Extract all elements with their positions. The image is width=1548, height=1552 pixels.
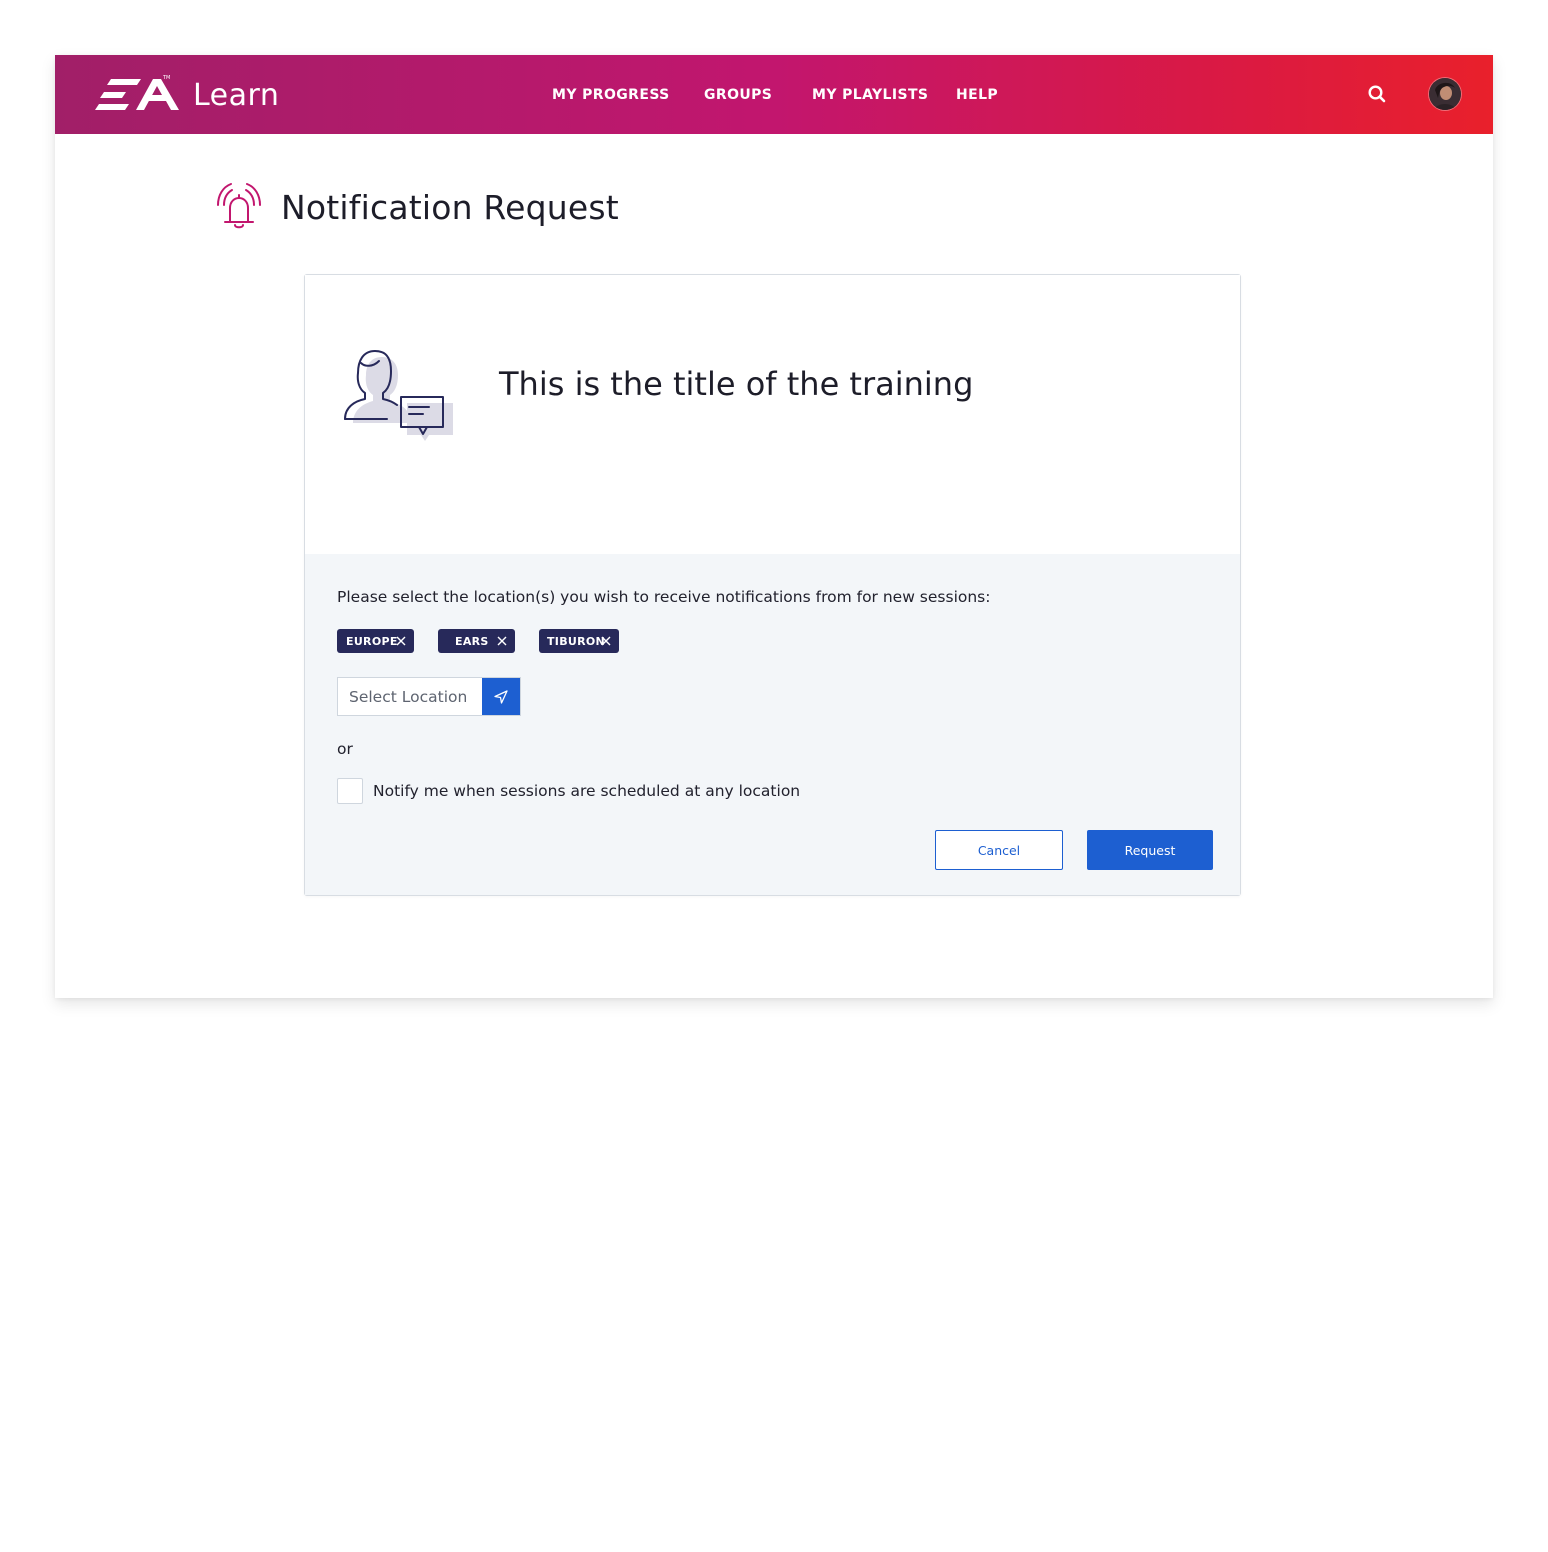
location-arrow-icon [494,689,508,704]
page-title: Notification Request [281,187,619,227]
search-icon[interactable] [1366,83,1388,105]
location-chip-europe: EUROPE [337,629,414,653]
location-chip-ears: EARS [438,629,515,653]
svg-text:TM: TM [162,75,170,81]
close-icon[interactable] [394,634,408,648]
or-separator: or [337,740,353,758]
nav-help[interactable]: HELP [956,55,998,134]
location-arrow-button[interactable] [482,678,520,715]
notification-request-card: This is the title of the training Please… [304,274,1241,896]
select-location-input[interactable] [338,678,482,715]
product-name: Learn [193,77,280,113]
user-avatar[interactable] [1429,78,1461,110]
location-search-field [337,677,521,716]
location-form: Please select the location(s) you wish t… [305,554,1240,895]
cancel-button[interactable]: Cancel [935,830,1063,870]
ea-logo-icon: TM [95,75,179,110]
location-prompt: Please select the location(s) you wish t… [337,588,991,606]
close-icon[interactable] [495,634,509,648]
close-icon[interactable] [599,634,613,648]
any-location-checkbox[interactable] [337,778,363,804]
chip-label: EUROPE [346,634,398,648]
person-with-chat-bubble-icon [344,350,453,441]
training-title: This is the title of the training [499,365,974,403]
page-header: Notification Request [213,179,619,235]
location-chip-tiburon: TIBURON [539,629,619,653]
chip-label: EARS [455,634,489,648]
app-window: TM Learn MY PROGRESS GROUPS MY PLAYLISTS… [55,55,1493,998]
nav-my-progress[interactable]: MY PROGRESS [552,55,670,134]
bell-ringing-icon [217,183,261,229]
chip-label: TIBURON [547,634,606,648]
any-location-checkbox-label[interactable]: Notify me when sessions are scheduled at… [373,782,800,800]
top-navigation-bar: TM Learn MY PROGRESS GROUPS MY PLAYLISTS… [55,55,1493,134]
training-summary: This is the title of the training [305,275,1240,554]
ea-learn-logo[interactable]: TM Learn [95,73,279,117]
nav-my-playlists[interactable]: MY PLAYLISTS [812,55,928,134]
nav-groups[interactable]: GROUPS [704,55,772,134]
request-button[interactable]: Request [1087,830,1213,870]
